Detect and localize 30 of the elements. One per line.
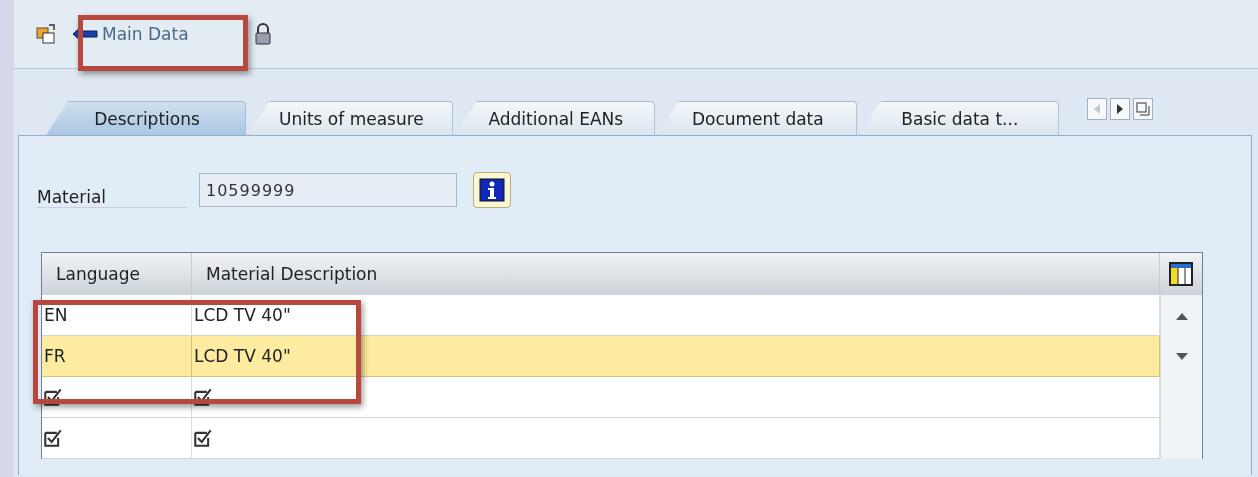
main-data-button[interactable]: Main Data bbox=[68, 20, 218, 48]
description-cell: LCD TV 40" bbox=[192, 336, 1160, 377]
tab[interactable]: Descriptions bbox=[46, 101, 246, 135]
info-button[interactable] bbox=[473, 172, 511, 208]
triangle-down-icon bbox=[1175, 352, 1188, 361]
column-header[interactable]: Material Description bbox=[192, 253, 1160, 295]
tab[interactable]: Basic data t... bbox=[858, 101, 1059, 135]
language-cell: FR bbox=[42, 336, 192, 377]
checkbox-icon bbox=[44, 429, 62, 447]
caret-right-icon bbox=[1115, 104, 1124, 114]
scrollbar[interactable] bbox=[1160, 295, 1202, 459]
language-cell: EN bbox=[42, 295, 192, 336]
windows-icon bbox=[1135, 102, 1150, 116]
caret-left-icon bbox=[1092, 104, 1101, 114]
column-header[interactable]: Language bbox=[42, 253, 192, 295]
checkbox-icon bbox=[194, 388, 212, 406]
window-icon[interactable] bbox=[36, 23, 58, 45]
checkbox-icon bbox=[194, 429, 212, 447]
tab[interactable]: Additional EANs bbox=[454, 101, 655, 135]
column-layout-icon[interactable] bbox=[1169, 262, 1193, 286]
tab[interactable]: Units of measure bbox=[248, 101, 453, 135]
material-field[interactable]: 10599999 bbox=[199, 173, 457, 207]
checkbox-icon bbox=[44, 388, 62, 406]
tab[interactable]: Document data bbox=[656, 101, 857, 135]
scroll-right-button[interactable] bbox=[1109, 98, 1130, 120]
description-cell: LCD TV 40" bbox=[192, 295, 1160, 336]
triangle-up-icon bbox=[1175, 311, 1188, 320]
info-icon bbox=[479, 178, 505, 202]
field-label: Material bbox=[37, 172, 187, 208]
lock-icon[interactable] bbox=[254, 22, 272, 46]
